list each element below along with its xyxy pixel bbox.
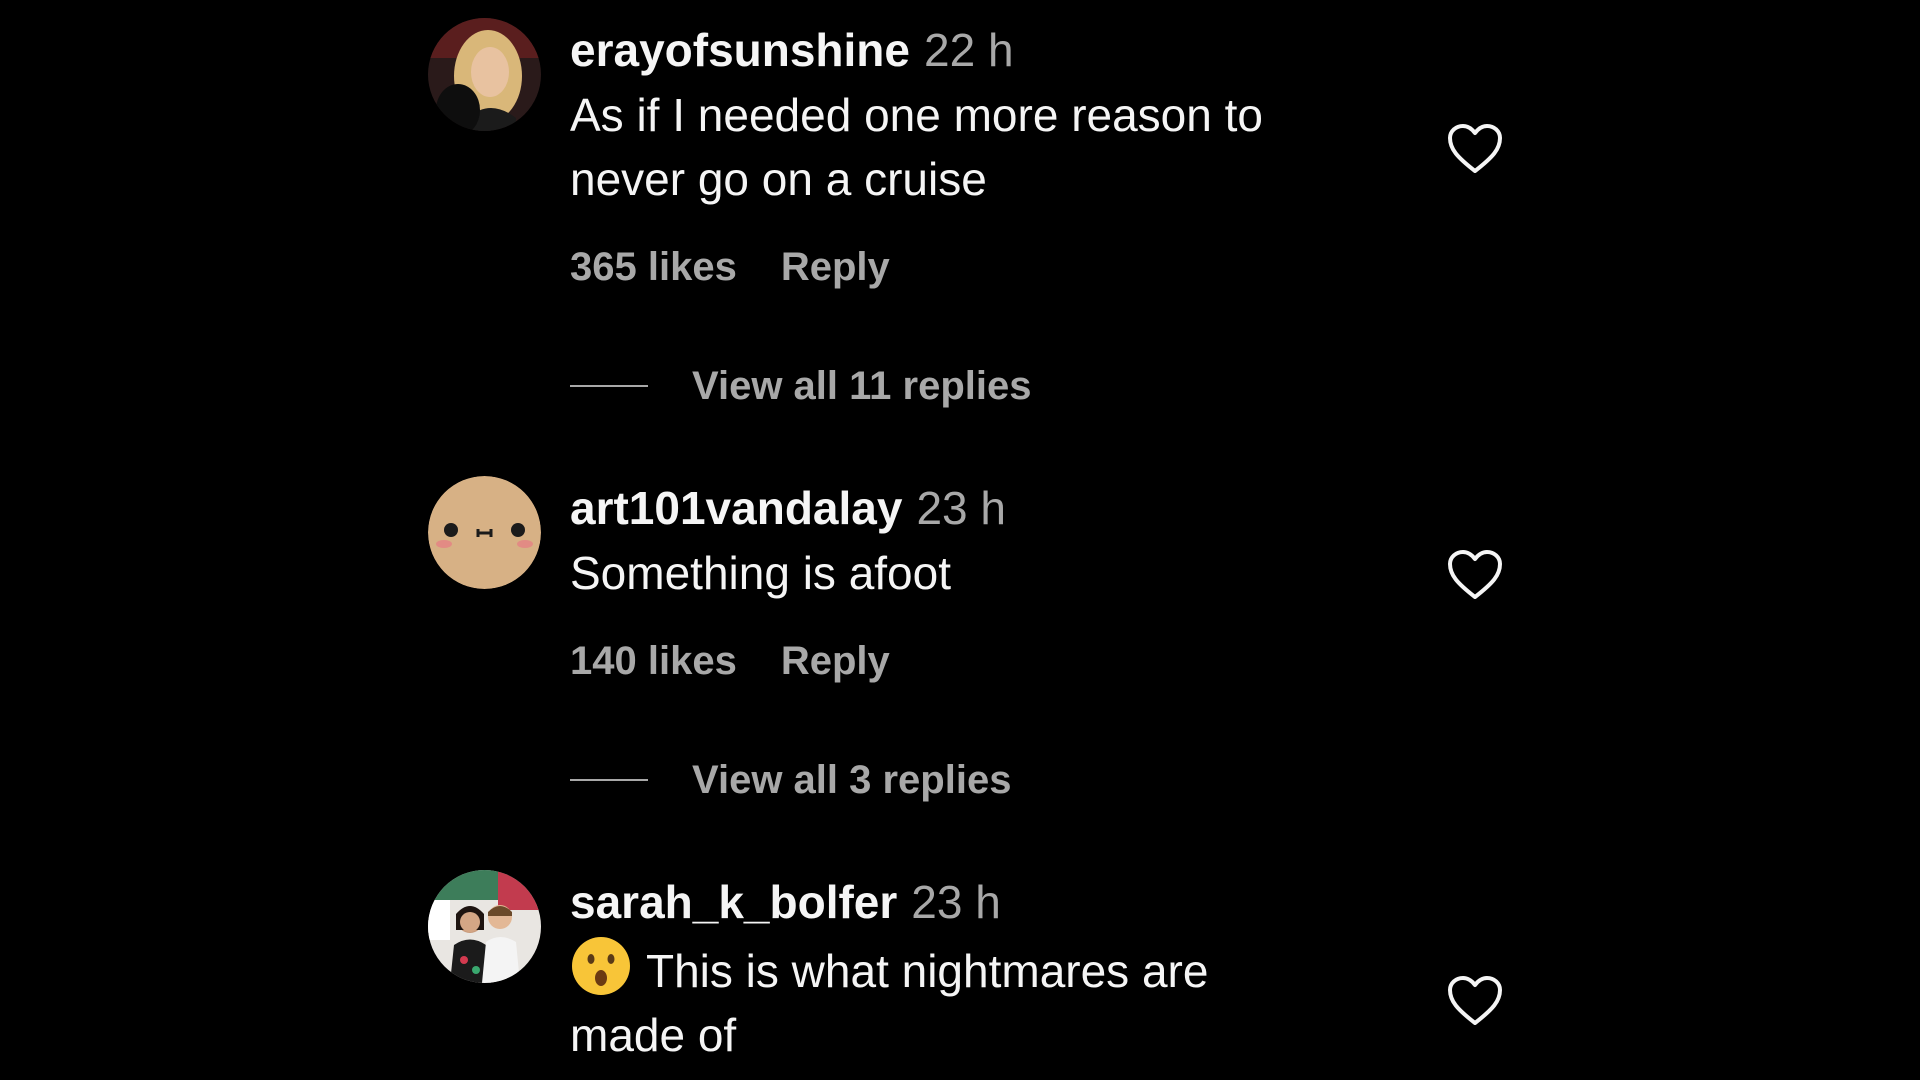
comment-text-content: This is what nightmares are	[646, 945, 1209, 997]
likes-count[interactable]: 140 likes	[570, 639, 737, 683]
username[interactable]: erayofsunshine	[570, 24, 910, 76]
likes-count[interactable]: 365 likes	[570, 245, 737, 289]
view-replies-button[interactable]: View all 11 replies	[570, 361, 1032, 411]
reply-button[interactable]: Reply	[781, 245, 890, 289]
comment-text-line: made of	[570, 1009, 737, 1061]
heart-icon[interactable]	[1447, 975, 1503, 1027]
comment-text: Something is afoot	[570, 541, 1390, 605]
comments-list: erayofsunshine 22 h As if I needed one mo…	[0, 0, 1920, 1080]
avatar[interactable]	[428, 476, 541, 589]
cute-face-avatar-icon	[428, 476, 541, 589]
comment-header: erayofsunshine 22 h	[570, 20, 1014, 80]
timestamp: 23 h	[911, 876, 1001, 928]
astonished-face-emoji-icon	[572, 937, 630, 995]
comment-meta: 140 likes Reply	[570, 636, 890, 686]
comment-text-line: As if I needed one more reason to	[570, 89, 1263, 141]
avatar[interactable]	[428, 870, 541, 983]
comment-text: As if I needed one more reason to never …	[570, 83, 1390, 211]
divider-line	[570, 779, 648, 781]
username[interactable]: sarah_k_bolfer	[570, 876, 897, 928]
comment-text-line: This is what nightmares are	[570, 935, 1390, 1003]
comment-meta: 365 likes Reply	[570, 242, 890, 292]
timestamp: 22 h	[924, 24, 1014, 76]
profile-photo-woman-blonde-icon	[428, 18, 541, 131]
view-replies-label: View all 3 replies	[692, 757, 1012, 802]
comment-text-line: Something is afoot	[570, 547, 952, 599]
comment-text-line: never go on a cruise	[570, 153, 987, 205]
comment-header: art101vandalay 23 h	[570, 478, 1006, 538]
heart-icon[interactable]	[1447, 123, 1503, 175]
timestamp: 23 h	[916, 482, 1006, 534]
username[interactable]: art101vandalay	[570, 482, 902, 534]
profile-photo-couple-icon	[428, 870, 541, 983]
view-replies-button[interactable]: View all 3 replies	[570, 755, 1011, 805]
heart-icon[interactable]	[1447, 549, 1503, 601]
reply-button[interactable]: Reply	[781, 639, 890, 683]
view-replies-label: View all 11 replies	[692, 363, 1032, 408]
avatar[interactable]	[428, 18, 541, 131]
comment-header: sarah_k_bolfer 23 h	[570, 872, 1001, 932]
comment-text: This is what nightmares are made of	[570, 935, 1390, 1067]
divider-line	[570, 385, 648, 387]
